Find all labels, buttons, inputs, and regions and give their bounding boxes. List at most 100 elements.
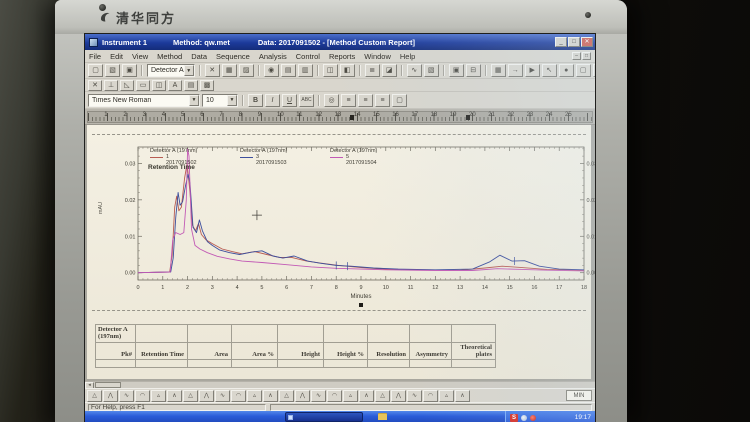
cascade-windows-button[interactable]: ◧ [339, 64, 355, 77]
report-button[interactable]: ≣ [364, 64, 380, 77]
peak-tool-13-button[interactable]: △ [279, 389, 294, 402]
peak-tool-7-button[interactable]: △ [183, 389, 198, 402]
peak-tool-21-button[interactable]: ∿ [407, 389, 422, 402]
menu-item-help[interactable]: Help [400, 52, 415, 61]
alert-tray-icon[interactable] [530, 414, 536, 421]
svg-text:Minutes: Minutes [350, 294, 371, 300]
batch-button[interactable]: ▥ [297, 64, 313, 77]
ruler-marker[interactable] [466, 115, 470, 120]
curve-button[interactable]: ∿ [406, 64, 422, 77]
sogou-tray-icon[interactable]: S [510, 413, 518, 422]
acquire-button[interactable]: ◉ [263, 64, 279, 77]
highlight-icon: ◎ [328, 96, 335, 104]
menu-item-control[interactable]: Control [296, 52, 320, 61]
peak-tool-3-button[interactable]: ∿ [119, 389, 134, 402]
results-table[interactable]: Detector A (197nm) Pk# Retention Time Area A… [95, 324, 496, 368]
close-button[interactable]: ✕ [581, 37, 593, 47]
open-data-button[interactable]: ▧ [423, 64, 439, 77]
font-combobox[interactable]: Times New Roman ▼ [88, 93, 200, 107]
peak-tool-17-button[interactable]: ▵ [343, 389, 358, 402]
graph-button[interactable]: ▦ [490, 64, 506, 77]
menu-item-analysis[interactable]: Analysis [259, 52, 287, 61]
record-button[interactable]: ● [558, 64, 574, 77]
frame-button[interactable]: ▢ [575, 64, 591, 77]
peak-tool-14-button[interactable]: ⋀ [295, 389, 310, 402]
combo-arrow-icon[interactable]: ▼ [227, 94, 237, 106]
cut-button[interactable]: ✕ [204, 64, 220, 77]
peak-tool-18-button[interactable]: ∧ [359, 389, 374, 402]
taskbar-app-button[interactable] [285, 412, 363, 422]
combo-arrow-icon[interactable]: ▼ [183, 65, 194, 76]
pointer-button[interactable]: ↖ [541, 64, 557, 77]
run-button[interactable]: ▶ [524, 64, 540, 77]
peak-tool-11-button[interactable]: ▵ [247, 389, 262, 402]
peak-tool-8-button[interactable]: ⋀ [199, 389, 214, 402]
data-info-button[interactable]: ◪ [381, 64, 397, 77]
delete-peak-button[interactable]: ✕ [88, 79, 102, 91]
peak-tool-5-button[interactable]: ▵ [151, 389, 166, 402]
image-button[interactable]: ▩ [200, 79, 214, 91]
peak-tool-24-button[interactable]: ∧ [455, 389, 470, 402]
save-button[interactable]: ▣ [122, 64, 137, 77]
align-left-button[interactable]: ≡ [341, 93, 356, 107]
maximize-button[interactable]: □ [568, 37, 580, 47]
preview-button[interactable]: ▣ [448, 64, 464, 77]
peak-tool-10-button[interactable]: ◠ [231, 389, 246, 402]
help-button[interactable]: ? [592, 64, 595, 77]
peak-tool-12-button[interactable]: ∧ [263, 389, 278, 402]
detector-combobox[interactable]: Detector A ▼ [147, 64, 195, 77]
bold-button[interactable]: B [248, 93, 263, 107]
next-button[interactable]: → [507, 64, 523, 77]
mdi-restore-button[interactable]: □ [582, 52, 591, 60]
peak-tool-9-button[interactable]: ∿ [215, 389, 230, 402]
annotate-button[interactable]: A [168, 79, 182, 91]
strikethrough-button[interactable]: ABC [299, 93, 314, 107]
compare-button[interactable]: ◫ [152, 79, 166, 91]
chromatogram-chart[interactable]: 01234567891011121314151617180.000.000.01… [98, 143, 595, 311]
peak-tool-22-button[interactable]: ◠ [423, 389, 438, 402]
menu-item-reports[interactable]: Reports [329, 52, 355, 61]
peak-tool-15-button[interactable]: ∿ [311, 389, 326, 402]
selection-handle[interactable] [359, 303, 363, 307]
baseline-button[interactable]: ⊥ [104, 79, 118, 91]
mdi-minimize-button[interactable]: – [572, 52, 581, 60]
peak-tool-2-button[interactable]: ⋀ [103, 389, 118, 402]
highlight-button[interactable]: ◎ [324, 93, 339, 107]
align-center-button[interactable]: ≡ [358, 93, 373, 107]
menu-item-window[interactable]: Window [364, 52, 391, 61]
manual-peak-button[interactable]: ◺ [120, 79, 134, 91]
menu-item-data[interactable]: Data [191, 52, 207, 61]
page-view-button[interactable]: ▤ [184, 79, 198, 91]
font-size-combobox[interactable]: 10 ▼ [202, 93, 238, 107]
single-run-button[interactable]: ▤ [280, 64, 296, 77]
peak-tool-6-button[interactable]: ∧ [167, 389, 182, 402]
volume-tray-icon[interactable] [521, 414, 527, 421]
menu-item-edit[interactable]: Edit [110, 52, 123, 61]
new-button[interactable]: ▢ [88, 64, 103, 77]
menu-item-view[interactable]: View [132, 52, 148, 61]
ruler-marker[interactable] [350, 115, 354, 120]
copy-button[interactable]: ▦ [221, 64, 237, 77]
align-right-button[interactable]: ≡ [375, 93, 390, 107]
menu-item-method[interactable]: Method [157, 52, 182, 61]
combo-arrow-icon[interactable]: ▼ [189, 94, 199, 106]
paste-button[interactable]: ▨ [238, 64, 254, 77]
folder-icon[interactable] [378, 414, 387, 420]
open-button[interactable]: ▧ [105, 64, 120, 77]
italic-button[interactable]: I [265, 93, 280, 107]
menu-item-sequence[interactable]: Sequence [216, 52, 250, 61]
table-cell [187, 324, 232, 343]
print-button[interactable]: ⊟ [465, 64, 481, 77]
minimize-button[interactable]: _ [555, 37, 567, 47]
peak-tool-20-button[interactable]: ⋀ [391, 389, 406, 402]
peak-tool-1-button[interactable]: △ [87, 389, 102, 402]
menu-item-file[interactable]: File [89, 52, 101, 61]
peak-tool-19-button[interactable]: △ [375, 389, 390, 402]
underline-button[interactable]: U [282, 93, 297, 107]
peak-tool-4-button[interactable]: ◠ [135, 389, 150, 402]
peak-tool-16-button[interactable]: ◠ [327, 389, 342, 402]
band-button[interactable]: ▭ [136, 79, 150, 91]
peak-tool-23-button[interactable]: ▵ [439, 389, 454, 402]
tile-windows-button[interactable]: ◫ [322, 64, 338, 77]
insert-page-button[interactable]: ▢ [392, 93, 407, 107]
